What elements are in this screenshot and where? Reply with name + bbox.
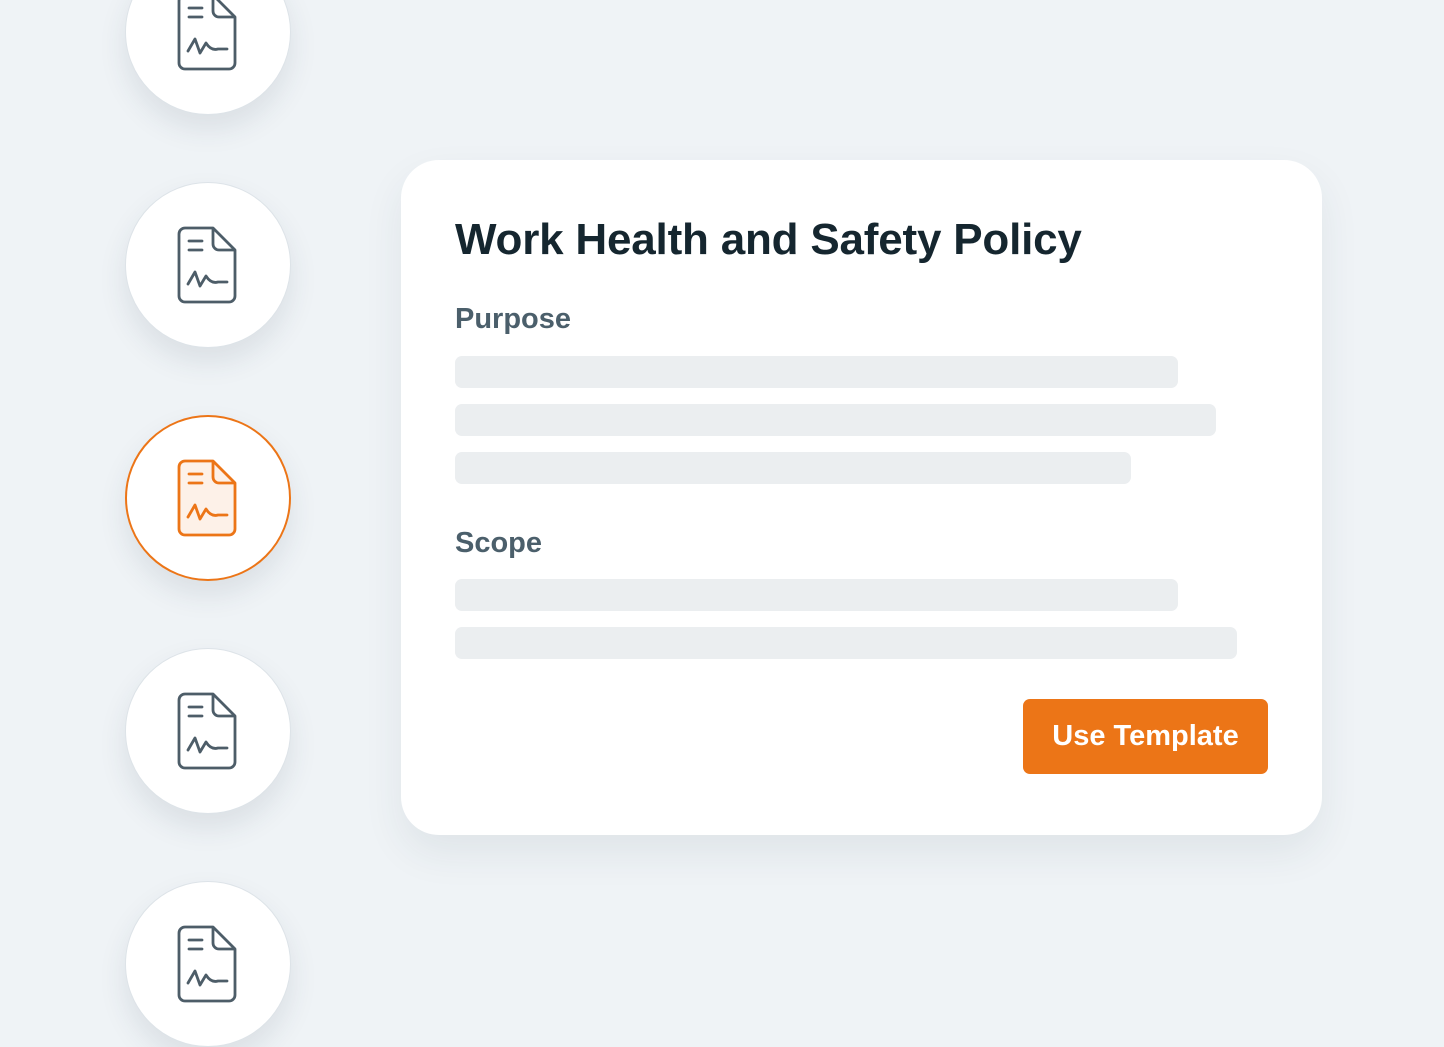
template-item-5[interactable]: [125, 881, 291, 1047]
document-signature-icon: [177, 459, 237, 537]
use-template-button[interactable]: Use Template: [1023, 699, 1268, 774]
template-item-4[interactable]: [125, 648, 291, 814]
document-signature-icon: [177, 692, 237, 770]
document-signature-icon: [177, 0, 237, 71]
placeholder-text-line: [455, 627, 1237, 659]
placeholder-text-line: [455, 579, 1178, 611]
template-preview-card: Work Health and Safety Policy Purpose Sc…: [401, 160, 1322, 835]
template-item-1[interactable]: [125, 0, 291, 115]
placeholder-text-line: [455, 356, 1178, 388]
template-item-2[interactable]: [125, 182, 291, 348]
document-signature-icon: [177, 925, 237, 1003]
section-heading-scope: Scope: [455, 527, 543, 559]
template-title: Work Health and Safety Policy: [455, 215, 1082, 264]
document-signature-icon: [177, 226, 237, 304]
placeholder-text-line: [455, 404, 1216, 436]
placeholder-text-line: [455, 452, 1131, 484]
template-item-3[interactable]: [125, 415, 291, 581]
section-heading-purpose: Purpose: [455, 303, 572, 335]
